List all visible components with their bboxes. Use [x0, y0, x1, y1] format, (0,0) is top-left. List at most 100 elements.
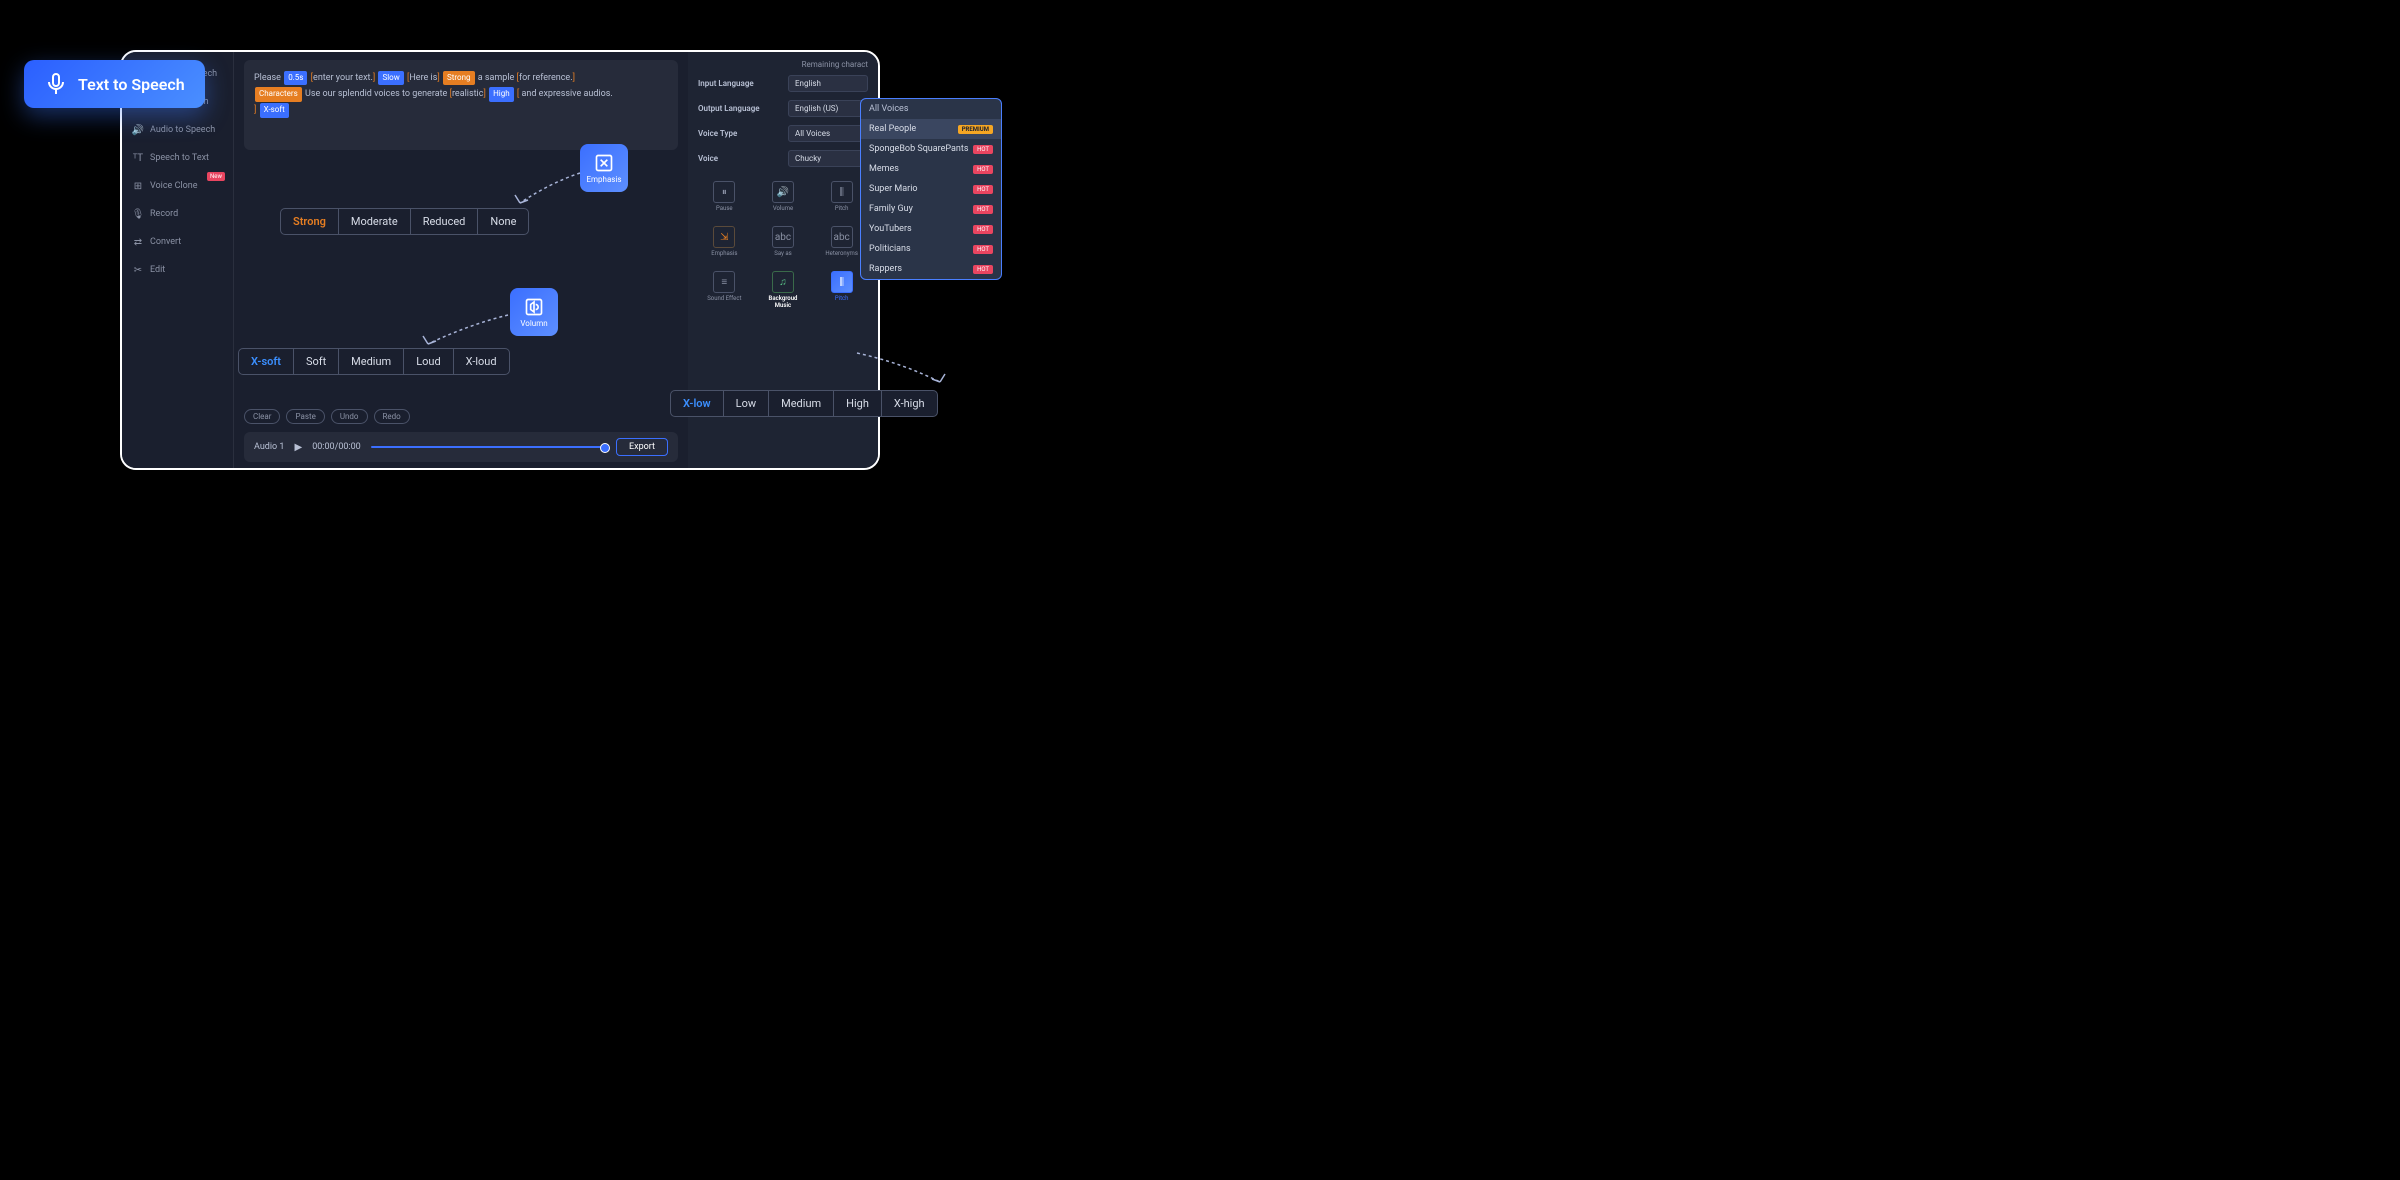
volume-option-xloud[interactable]: X-loud [454, 349, 509, 374]
voice-select[interactable]: Chucky [788, 150, 868, 167]
tool-background-music[interactable]: ♫Backgroud Music [757, 267, 810, 313]
tag-high[interactable]: High [489, 87, 514, 101]
voice-option-memes[interactable]: Memes HOT [861, 159, 1001, 179]
clone-icon: ⊞ [132, 180, 144, 192]
premium-badge: PREMIUM [958, 125, 993, 134]
voice-dropdown: All Voices Real PeoplePREMIUM SpongeBob … [860, 98, 1002, 280]
input-language-select[interactable]: English [788, 75, 868, 92]
hot-badge: HOT [973, 185, 993, 194]
tool-label: Pitch [835, 295, 849, 302]
volume-option-xsoft[interactable]: X-soft [239, 349, 294, 374]
hot-badge: HOT [973, 245, 993, 254]
sidebar-item-convert[interactable]: ⇄Convert [122, 228, 233, 256]
sidebar-label: Edit [150, 265, 165, 275]
voice-dropdown-header[interactable]: All Voices [861, 99, 1001, 119]
voice-option-family-guy[interactable]: Family GuyHOT [861, 199, 1001, 219]
voice-type-label: Voice Type [698, 129, 737, 138]
volume-option-soft[interactable]: Soft [294, 349, 339, 374]
voice-option-youtubers[interactable]: YouTubers HOT [861, 219, 1001, 239]
pitch-option-medium[interactable]: Medium [769, 391, 834, 416]
tag-pause[interactable]: 0.5s [284, 71, 307, 85]
content-area: Please 0.5s [enter your text.] Slow [Her… [234, 52, 688, 468]
tool-say-as[interactable]: abcSay as [757, 222, 810, 261]
pitch-option-low[interactable]: Low [724, 391, 769, 416]
bracket: ] [254, 105, 256, 115]
heteronyms-icon: abc [831, 226, 853, 248]
tool-emphasis[interactable]: ⇲ Emphasis [698, 222, 751, 261]
output-language-select[interactable]: English (US) [788, 100, 868, 117]
voice-label: Voice [698, 154, 718, 163]
player-bar: Audio 1 ▶ 00:00/00:00 Export [244, 432, 678, 462]
hot-badge: HOT [973, 165, 993, 174]
emphasis-option-none[interactable]: None [478, 209, 528, 234]
badge-label: Text to Speech [78, 75, 185, 94]
undo-button[interactable]: Undo [331, 409, 368, 424]
remaining-characters: Remaining charact [698, 60, 868, 69]
volume-option-loud[interactable]: Loud [404, 349, 453, 374]
volume-option-medium[interactable]: Medium [339, 349, 404, 374]
tool-sound-effect[interactable]: ≡Sound Effect [698, 267, 751, 313]
voice-option-spongebob[interactable]: SpongeBob SquarePantsHOT [861, 139, 1001, 159]
emphasis-option-moderate[interactable]: Moderate [339, 209, 411, 234]
dropdown-label: Memes [869, 164, 899, 174]
tool-label: Pause [716, 205, 733, 212]
hot-badge: HOT [973, 205, 993, 214]
audio-icon: 🔊 [132, 124, 144, 136]
volume-popup: Volumn [510, 288, 558, 336]
mic-icon: 🎙 [132, 208, 144, 220]
bracket: ] [483, 89, 485, 99]
dropdown-label: YouTubers [869, 224, 912, 234]
sidebar-item-edit[interactable]: ✂ Edit [122, 256, 233, 284]
editor-text: Use our splendid voices to generate [305, 89, 450, 99]
popup-label: Volumn [520, 319, 547, 328]
export-button[interactable]: Export [616, 438, 668, 456]
play-icon[interactable]: ▶ [294, 442, 302, 453]
voice-type-select[interactable]: All Voices [788, 125, 868, 142]
editor-toolbar: Clear Paste Undo Redo [244, 401, 678, 428]
editor-text: Please [254, 73, 283, 83]
pitch-option-high[interactable]: High [834, 391, 882, 416]
voice-option-super-mario[interactable]: Super MarioHOT [861, 179, 1001, 199]
bracket: ] [573, 73, 575, 83]
sidebar-item-record[interactable]: 🎙Record [122, 200, 233, 228]
tag-slow[interactable]: Slow [378, 71, 403, 85]
voice-option-real-people[interactable]: Real PeoplePREMIUM [861, 119, 1001, 139]
input-language-label: Input Language [698, 79, 754, 88]
sidebar-item-audio-to-speech[interactable]: 🔊Audio to Speech [122, 116, 233, 144]
voice-option-politicians[interactable]: Politicians HOT [861, 239, 1001, 259]
paste-button[interactable]: Paste [286, 409, 324, 424]
tag-characters[interactable]: Characters [255, 87, 302, 101]
redo-button[interactable]: Redo [374, 409, 410, 424]
scissors-icon: ✂ [132, 264, 144, 276]
clear-button[interactable]: Clear [244, 409, 280, 424]
emphasis-option-strong[interactable]: Strong [281, 209, 339, 234]
time-display: 00:00/00:00 [312, 442, 361, 452]
tool-pause[interactable]: ⏸Pause [698, 177, 751, 216]
voice-option-rappers[interactable]: RappersHOT [861, 259, 1001, 279]
pitch-options: X-low Low Medium High X-high [670, 390, 938, 417]
sidebar: 🖼Image to Speech 📄PDF to Speech 🔊Audio t… [122, 52, 234, 468]
text-editor[interactable]: Please 0.5s [enter your text.] Slow [Her… [244, 60, 678, 150]
emphasis-popup: Emphasis [580, 144, 628, 192]
text-to-speech-badge: Text to Speech [24, 60, 205, 108]
pitch-icon: ⫼ [831, 181, 853, 203]
hot-badge: HOT [973, 225, 993, 234]
progress-slider[interactable] [371, 446, 606, 448]
tag-strong[interactable]: Strong [443, 71, 474, 85]
emphasis-icon [594, 153, 614, 173]
volume-icon [524, 297, 544, 317]
sidebar-item-speech-to-text[interactable]: ᵀTSpeech to Text [122, 144, 233, 172]
sidebar-item-voice-clone[interactable]: ⊞Voice CloneNew [122, 172, 233, 200]
tool-label: Emphasis [711, 250, 737, 257]
tag-xsoft[interactable]: X-soft [260, 103, 289, 117]
pitch-icon: ⫼ [831, 271, 853, 293]
bracket: ] [437, 73, 439, 83]
sidebar-label: Speech to Text [150, 153, 209, 163]
tool-volume[interactable]: 🔊Volume [757, 177, 810, 216]
emphasis-icon: ⇲ [713, 226, 735, 248]
pitch-option-xlow[interactable]: X-low [671, 391, 724, 416]
volume-icon: 🔊 [772, 181, 794, 203]
dropdown-label: Politicians [869, 244, 911, 254]
emphasis-option-reduced[interactable]: Reduced [411, 209, 479, 234]
pitch-option-xhigh[interactable]: X-high [882, 391, 937, 416]
